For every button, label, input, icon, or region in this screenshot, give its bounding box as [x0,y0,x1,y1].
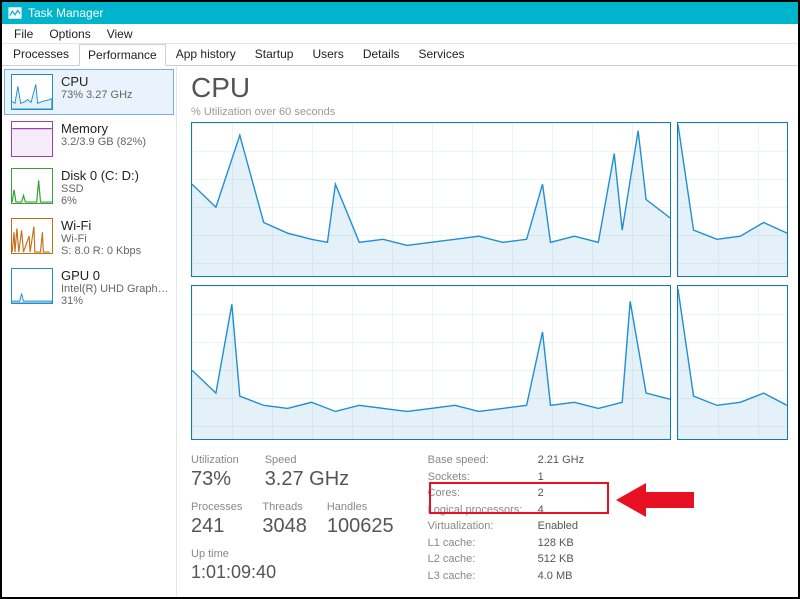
content-area: CPU 73% 3.27 GHz Memory 3.2/3.9 GB (82%)… [2,66,798,597]
stats-area: Utilization 73% Speed 3.27 GHz Processes… [191,454,788,583]
sidebar: CPU 73% 3.27 GHz Memory 3.2/3.9 GB (82%)… [2,66,177,597]
sidebar-memory-sparkline [11,121,53,157]
stat-threads-label: Threads [262,501,307,513]
sidebar-wifi-meter: S: 8.0 R: 0 Kbps [61,245,141,257]
annotation-arrow-icon [616,480,696,520]
stat-utilization-label: Utilization [191,454,239,466]
stat-utilization: 73% [191,468,239,491]
stat-keyvalue-grid: Base speed: 2.21 GHz Sockets: 1 Cores: 2… [428,454,598,583]
tab-users[interactable]: Users [303,43,352,65]
kv-virt-v: Enabled [538,520,598,534]
stat-speed-label: Speed [265,454,349,466]
sidebar-memory-meter: 3.2/3.9 GB (82%) [61,136,146,148]
menubar: File Options View [2,24,798,44]
kv-l2-v: 512 KB [538,553,598,567]
sidebar-gpu-name: GPU 0 [61,268,171,283]
sidebar-disk-sub: SSD [61,183,139,195]
tab-performance[interactable]: Performance [79,44,166,66]
tab-details[interactable]: Details [354,43,409,65]
stat-handles-label: Handles [327,501,394,513]
kv-base-speed-v: 2.21 GHz [538,454,598,468]
main-pane: CPU % Utilization over 60 seconds [177,66,798,597]
sidebar-wifi-sub: Wi-Fi [61,233,141,245]
kv-l1-k: L1 cache: [428,537,538,551]
sidebar-cpu-meter: 73% 3.27 GHz [61,89,133,101]
window-titlebar: Task Manager [2,2,798,24]
sidebar-item-memory[interactable]: Memory 3.2/3.9 GB (82%) [4,116,174,162]
kv-virt-k: Virtualization: [428,520,538,534]
stat-handles: 100625 [327,515,394,538]
sidebar-cpu-sparkline [11,74,53,110]
task-manager-icon [8,6,22,20]
page-title: CPU [191,72,788,104]
tab-processes[interactable]: Processes [4,43,78,65]
tab-services[interactable]: Services [410,43,474,65]
sidebar-wifi-sparkline [11,218,53,254]
cpu-chart-bottom-right[interactable] [677,285,788,440]
stat-threads: 3048 [262,515,307,538]
chart-sublabel: % Utilization over 60 seconds [191,106,788,118]
kv-l1-v: 128 KB [538,537,598,551]
tab-startup[interactable]: Startup [246,43,303,65]
tabstrip: Processes Performance App history Startu… [2,44,798,66]
stat-processes-label: Processes [191,501,242,513]
sidebar-disk-sparkline [11,168,53,204]
menu-view[interactable]: View [99,25,141,43]
chart-row-bottom [191,285,788,440]
tab-apphistory[interactable]: App history [167,43,245,65]
sidebar-item-disk[interactable]: Disk 0 (C: D:) SSD 6% [4,163,174,212]
sidebar-item-gpu[interactable]: GPU 0 Intel(R) UHD Graphic... 31% [4,263,174,312]
sidebar-cpu-name: CPU [61,74,133,89]
stat-speed: 3.27 GHz [265,468,349,491]
stat-uptime: 1:01:09:40 [191,562,394,583]
sidebar-memory-name: Memory [61,121,146,136]
sidebar-gpu-sparkline [11,268,53,304]
menu-file[interactable]: File [6,25,41,43]
sidebar-gpu-meter: 31% [61,295,171,307]
cpu-chart-top-right[interactable] [677,122,788,277]
stat-uptime-label: Up time [191,548,394,560]
stat-processes: 241 [191,515,242,538]
cpu-chart-bottom-left[interactable] [191,285,671,440]
sidebar-item-wifi[interactable]: Wi-Fi Wi-Fi S: 8.0 R: 0 Kbps [4,213,174,262]
window-title: Task Manager [28,6,792,20]
kv-l3-k: L3 cache: [428,570,538,584]
sidebar-wifi-name: Wi-Fi [61,218,141,233]
cpu-chart-top-left[interactable] [191,122,671,277]
annotation-highlight-box [429,482,609,514]
kv-l3-v: 4.0 MB [538,570,598,584]
menu-options[interactable]: Options [41,25,98,43]
sidebar-gpu-sub: Intel(R) UHD Graphic... [61,283,171,295]
sidebar-item-cpu[interactable]: CPU 73% 3.27 GHz [4,69,174,115]
sidebar-disk-name: Disk 0 (C: D:) [61,168,139,183]
sidebar-disk-meter: 6% [61,195,139,207]
chart-row-top [191,122,788,277]
kv-base-speed-k: Base speed: [428,454,538,468]
kv-l2-k: L2 cache: [428,553,538,567]
